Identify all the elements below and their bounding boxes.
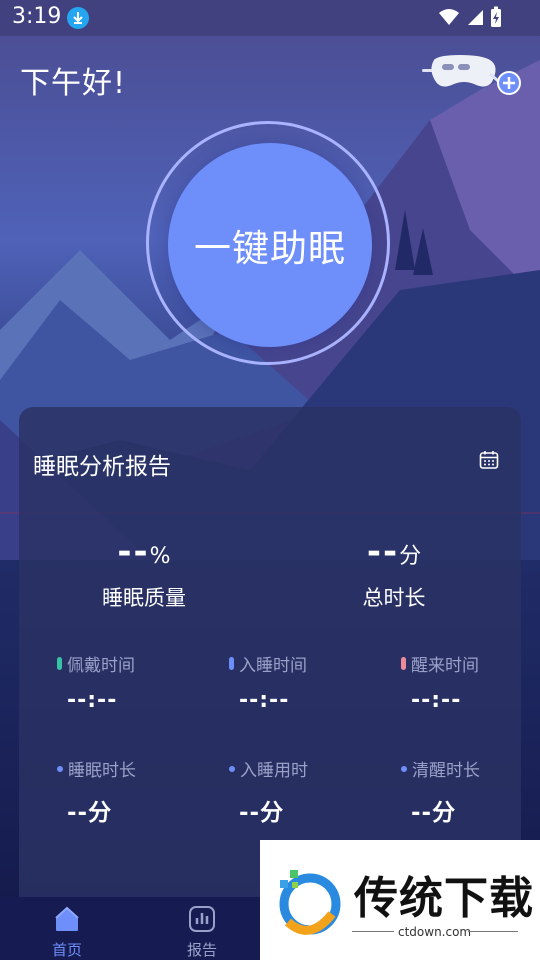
sleep-duration-value: --分 — [67, 800, 113, 826]
awake-duration-label: 清醒时长 — [412, 761, 480, 781]
nav-tab-report[interactable]: 报告 — [167, 905, 237, 960]
one-tap-sleep-label: 一键助眠 — [194, 227, 346, 270]
wear-time-label: 佩戴时间 — [67, 656, 135, 676]
sleep-quality-label: 睡眠质量 — [102, 586, 186, 610]
fall-asleep-time-label: 入睡时间 — [239, 656, 307, 676]
watermark-url: ctdown.com — [398, 925, 472, 939]
wake-time-value: --:-- — [411, 688, 462, 713]
nav-home-label: 首页 — [51, 941, 82, 959]
calendar-icon[interactable] — [479, 450, 499, 470]
wake-time-label: 醒来时间 — [411, 656, 479, 676]
battery-icon — [490, 6, 502, 32]
watermark-divider-right — [468, 931, 518, 932]
sleep-duration-marker — [57, 765, 63, 772]
fall-asleep-time-stat: 入睡时间 --:-- — [229, 651, 379, 713]
wear-time-value: --:-- — [67, 688, 118, 713]
awake-duration-value: --分 — [411, 800, 457, 826]
total-duration-label: 总时长 — [362, 586, 426, 610]
total-duration-unit: 分 — [399, 544, 422, 569]
report-chart-icon — [189, 906, 215, 932]
wake-time-stat: 醒来时间 --:-- — [401, 651, 540, 713]
sleep-latency-marker — [229, 765, 235, 772]
sleep-quality-unit: % — [149, 544, 171, 569]
wear-time-marker — [57, 657, 62, 670]
report-title: 睡眠分析报告 — [33, 454, 171, 480]
sleep-latency-value: --分 — [239, 800, 285, 826]
nav-report-label: 报告 — [186, 941, 217, 959]
sleep-duration-label: 睡眠时长 — [68, 761, 136, 781]
status-bar: 3:19 — [0, 0, 540, 36]
sleep-mask-icon — [422, 55, 521, 95]
cell-signal-icon — [466, 8, 484, 30]
one-tap-sleep-button[interactable]: 一键助眠 — [168, 143, 372, 347]
watermark-brand: 传统下载 — [354, 873, 534, 924]
sleep-quality-stat: --% 睡眠质量 — [19, 532, 269, 612]
awake-duration-stat: 清醒时长 --分 — [401, 756, 540, 827]
sleep-latency-stat: 入睡用时 --分 — [229, 756, 379, 827]
add-sleep-mask-button[interactable] — [420, 52, 522, 98]
wifi-icon — [438, 8, 460, 30]
wake-time-marker — [401, 657, 406, 670]
total-duration-stat: --分 总时长 — [269, 532, 519, 612]
home-icon — [55, 906, 79, 931]
watermark: 传统下载 ctdown.com — [260, 840, 540, 960]
status-time: 3:19 — [12, 4, 62, 29]
awake-duration-marker — [401, 765, 407, 772]
wear-time-stat: 佩戴时间 --:-- — [57, 651, 207, 713]
fall-asleep-time-marker — [229, 657, 234, 670]
greeting-text: 下午好! — [20, 66, 127, 101]
watermark-divider-left — [352, 931, 394, 932]
nav-tab-home[interactable]: 首页 — [32, 905, 102, 960]
fall-asleep-time-value: --:-- — [239, 688, 290, 713]
download-icon — [67, 7, 89, 29]
sleep-quality-value: -- — [117, 532, 150, 572]
sleep-duration-stat: 睡眠时长 --分 — [57, 756, 207, 827]
sleep-latency-label: 入睡用时 — [240, 761, 308, 781]
watermark-logo-icon — [279, 870, 341, 935]
total-duration-value: -- — [366, 532, 400, 572]
